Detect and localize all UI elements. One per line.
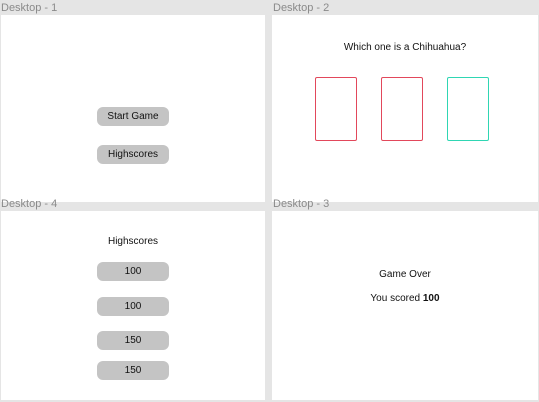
score-row-1: 100 <box>97 262 169 281</box>
score-row-4: 150 <box>97 361 169 380</box>
artboard-label-desktop-1[interactable]: Desktop - 1 <box>1 1 57 15</box>
highscores-button[interactable]: Highscores <box>97 145 169 164</box>
artboard-label-desktop-4[interactable]: Desktop - 4 <box>1 197 57 211</box>
game-over-title: Game Over <box>379 269 431 280</box>
highscores-title: Highscores <box>107 236 159 247</box>
score-row-2: 100 <box>97 297 169 316</box>
start-game-button[interactable]: Start Game <box>97 107 169 126</box>
question-text: Which one is a Chihuahua? <box>343 42 467 53</box>
score-summary: You scored 100 <box>272 293 538 304</box>
score-prefix: You scored <box>370 293 423 304</box>
artboard-label-desktop-3[interactable]: Desktop - 3 <box>273 197 329 211</box>
score-value: 100 <box>422 293 440 304</box>
answer-card-3[interactable] <box>447 77 489 141</box>
answer-card-2[interactable] <box>381 77 423 141</box>
artboard-desktop-2: Which one is a Chihuahua? <box>272 15 538 202</box>
artboard-desktop-4: Highscores 100 100 150 150 <box>1 211 265 400</box>
design-canvas: Desktop - 1 Start Game Highscores Deskto… <box>0 0 539 402</box>
artboard-label-desktop-2[interactable]: Desktop - 2 <box>273 1 329 15</box>
artboard-desktop-1: Start Game Highscores <box>1 15 265 202</box>
answer-card-1[interactable] <box>315 77 357 141</box>
artboard-desktop-3: Game Over You scored 100 <box>272 211 538 400</box>
score-row-3: 150 <box>97 331 169 350</box>
